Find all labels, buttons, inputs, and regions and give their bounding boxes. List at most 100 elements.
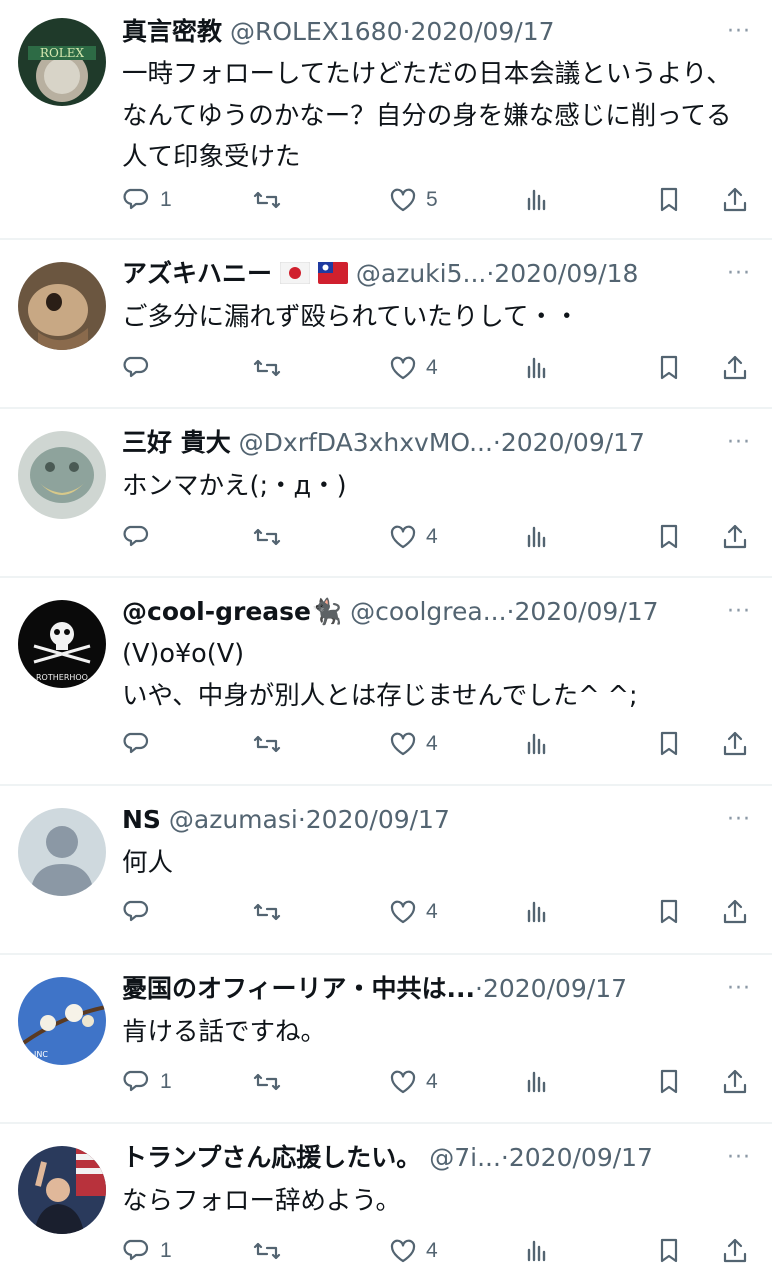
views-button[interactable] [522,1231,552,1271]
display-name[interactable]: NS [122,805,161,834]
timestamp[interactable]: 2020/09/17 [509,1143,653,1172]
retweet-button[interactable] [252,724,290,764]
like-button[interactable]: 4 [388,517,438,557]
timestamp[interactable]: 2020/09/18 [494,259,638,288]
display-name[interactable]: トランプさん応援したい。 [122,1143,421,1172]
action-bar: 15 [0,180,772,220]
share-button[interactable] [720,348,750,388]
retweet-button[interactable] [252,892,290,932]
reply-button[interactable]: 1 [122,1231,172,1271]
reply-count: 1 [160,188,172,211]
more-options-icon[interactable]: ··· [724,808,754,832]
more-options-icon[interactable]: ··· [724,977,754,1001]
tweet[interactable]: ROLEX 真言密教 @ROLEX1680·2020/09/17 ··· 一時フ… [0,0,772,240]
more-options-icon[interactable]: ··· [724,600,754,624]
views-icon [527,1240,546,1262]
handle[interactable]: @7i... [429,1143,501,1172]
retweet-button[interactable] [252,517,290,557]
display-name[interactable]: @cool-grease [122,597,311,626]
tweet[interactable]: INC 憂国のオフィーリア・中共は...·2020/09/17 ··· 肯ける話… [0,955,772,1124]
views-button[interactable] [522,180,552,220]
action-bar: 4 [0,892,772,932]
timestamp[interactable]: 2020/09/17 [483,974,627,1003]
avatar[interactable]: ROTHERHOO [18,600,106,688]
avatar[interactable]: INC [18,977,106,1065]
tweet-text: ならフォロー辞めよう。 [122,1186,401,1216]
tweet[interactable]: アズキハニー @azuki5...·2020/09/18 ··· ご多分に漏れず… [0,240,772,409]
like-button[interactable]: 4 [388,892,438,932]
handle[interactable]: @azuki5... [356,259,486,288]
reply-icon [123,900,149,922]
views-button[interactable] [522,724,552,764]
like-button[interactable]: 5 [388,180,438,220]
timestamp[interactable]: 2020/09/17 [410,17,554,46]
like-button[interactable]: 4 [388,1231,438,1271]
avatar[interactable] [18,262,106,350]
display-name[interactable]: 憂国のオフィーリア・中共は... [122,974,475,1003]
timestamp[interactable]: 2020/09/17 [501,428,645,457]
bookmark-button[interactable] [654,180,684,220]
bookmark-button[interactable] [654,724,684,764]
like-button[interactable]: 4 [388,348,438,388]
handle[interactable]: @DxrfDA3xhxvMO... [239,428,493,457]
like-button[interactable]: 4 [388,1062,438,1102]
bookmark-button[interactable] [654,517,684,557]
svg-text:ROTHERHOO: ROTHERHOO [36,673,88,682]
views-button[interactable] [522,517,552,557]
retweet-button[interactable] [252,348,290,388]
share-icon [723,355,747,380]
display-name[interactable]: アズキハニー [122,259,272,288]
views-button[interactable] [522,348,552,388]
share-button[interactable] [720,517,750,557]
more-options-icon[interactable]: ··· [724,262,754,286]
share-icon [723,731,747,756]
reply-button[interactable] [122,724,160,764]
share-button[interactable] [720,1231,750,1271]
tweet-text: ご多分に漏れず殴られていたりして・・ [122,302,580,332]
share-button[interactable] [720,724,750,764]
tweet[interactable]: 三好 貴大 @DxrfDA3xhxvMO...·2020/09/17 ··· ホ… [0,409,772,578]
pirate-logo: ROTHERHOO [18,600,106,688]
avatar[interactable] [18,808,106,896]
avatar[interactable] [18,1146,106,1234]
share-button[interactable] [720,1062,750,1102]
views-icon [527,733,546,755]
retweet-icon [253,1242,281,1260]
timestamp[interactable]: 2020/09/17 [306,805,450,834]
bookmark-button[interactable] [654,892,684,932]
handle[interactable]: @coolgrea... [350,597,506,626]
reply-button[interactable]: 1 [122,180,172,220]
avatar[interactable]: ROLEX [18,18,106,106]
display-name[interactable]: 三好 貴大 [122,428,231,457]
like-icon [390,1239,416,1263]
reply-button[interactable] [122,517,160,557]
tweet-text: 一時フォローしてたけどただの日本会議というより、なんてゆうのかなー？自分の身を嫌… [122,59,732,172]
share-button[interactable] [720,892,750,932]
bookmark-icon [660,355,678,380]
tweet[interactable]: ROTHERHOO @cool-grease🐈‍⬛ @coolgrea...·2… [0,578,772,786]
more-options-icon[interactable]: ··· [724,431,754,455]
more-options-icon[interactable]: ··· [724,1146,754,1170]
like-button[interactable]: 4 [388,724,438,764]
share-button[interactable] [720,180,750,220]
avatar[interactable] [18,431,106,519]
handle[interactable]: @azumasi [169,805,298,834]
tweet[interactable]: NS @azumasi·2020/09/17 ··· 何人 4 [0,786,772,955]
reply-button[interactable] [122,892,160,932]
reply-button[interactable] [122,348,160,388]
retweet-button[interactable] [252,180,290,220]
display-name[interactable]: 真言密教 [122,17,222,46]
reply-button[interactable]: 1 [122,1062,172,1102]
svg-text:INC: INC [34,1050,48,1059]
views-button[interactable] [522,1062,552,1102]
retweet-button[interactable] [252,1062,290,1102]
handle[interactable]: @ROLEX1680 [230,17,403,46]
tweet[interactable]: トランプさん応援したい。 @7i...·2020/09/17 ··· ならフォロ… [0,1124,772,1280]
bookmark-button[interactable] [654,1231,684,1271]
bookmark-button[interactable] [654,1062,684,1102]
views-button[interactable] [522,892,552,932]
bookmark-button[interactable] [654,348,684,388]
more-options-icon[interactable]: ··· [724,20,754,44]
retweet-button[interactable] [252,1231,290,1271]
timestamp[interactable]: 2020/09/17 [514,597,658,626]
